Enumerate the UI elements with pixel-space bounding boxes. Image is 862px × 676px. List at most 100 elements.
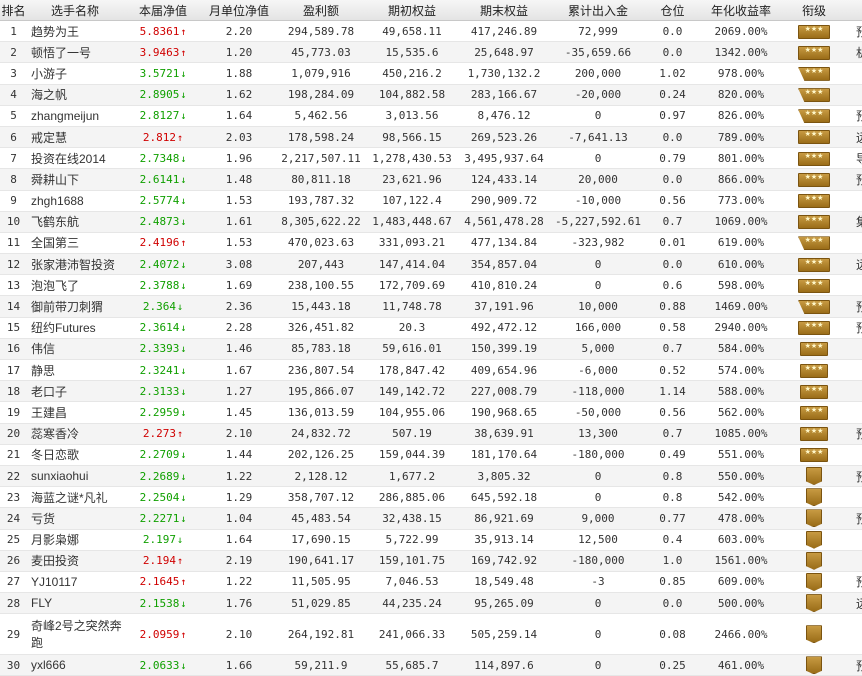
military-rank-badge-icon[interactable]: ★★★: [798, 24, 830, 39]
military-rank-badge-icon[interactable]: ★★★: [798, 88, 830, 103]
player-name-link[interactable]: 月影枭娜: [31, 533, 79, 547]
table-row[interactable]: 17 静思 2.3241↓ 1.67 236,807.54 178,847.42 409,6…: [0, 359, 862, 382]
military-rank-badge-icon[interactable]: ★★★: [800, 448, 828, 463]
player-name-link[interactable]: zhangmeijun: [31, 109, 99, 123]
table-row[interactable]: 15 纽约Futures 2.3614↓ 2.28 326,451.82 20.3 492,…: [0, 317, 862, 339]
military-rank-badge-icon[interactable]: ★★★: [798, 194, 830, 208]
player-name-link[interactable]: zhgh1688: [31, 194, 84, 208]
military-rank-badge-icon[interactable]: ★★★: [798, 278, 830, 293]
table-row[interactable]: 13 泡泡飞了 2.3788↓ 1.69 238,100.55 172,709.69 410…: [0, 274, 862, 297]
player-name-link[interactable]: 伟信: [31, 342, 55, 356]
player-name-link[interactable]: 麦田投资: [31, 554, 79, 568]
military-rank-badge-icon[interactable]: ★★★: [800, 405, 828, 420]
player-name-link[interactable]: 顿悟了一号: [31, 46, 91, 60]
header-rank-badge[interactable]: 衔级: [782, 0, 846, 21]
header-rank[interactable]: 排名: [0, 0, 27, 21]
player-name-link[interactable]: 纽约Futures: [31, 321, 96, 335]
military-rank-badge-icon[interactable]: ★★★: [800, 384, 828, 399]
military-rank-badge-icon[interactable]: [806, 572, 822, 591]
military-rank-badge-icon[interactable]: [806, 488, 822, 507]
player-name-link[interactable]: 戒定慧: [31, 131, 67, 145]
header-end-equity[interactable]: 期末权益: [457, 0, 551, 21]
player-name-link[interactable]: 投资在线2014: [31, 152, 106, 166]
table-row[interactable]: 24 亏货 2.2271↓ 1.04 45,483.54 32,438.15 86,921.…: [0, 507, 862, 530]
player-name-link[interactable]: 舜耕山下: [31, 173, 79, 187]
player-name-link[interactable]: FLY: [31, 596, 52, 610]
player-name-link[interactable]: yxl666: [31, 658, 66, 672]
military-rank-badge-icon[interactable]: ★★★: [798, 236, 830, 251]
table-row[interactable]: 18 老口子 2.3133↓ 1.27 195,866.07 149,142.72 227,…: [0, 380, 862, 403]
table-row[interactable]: 16 伟信 2.3393↓ 1.46 85,783.18 59,616.01 150,399…: [0, 338, 862, 361]
military-rank-badge-icon[interactable]: ★★★: [798, 257, 830, 272]
header-profit[interactable]: 盈利额: [275, 0, 367, 21]
table-row[interactable]: 3 小游子 3.5721↓ 1.88 1,079,916 450,216.2 1,730,1…: [0, 62, 862, 85]
military-rank-badge-icon[interactable]: ★★★: [798, 130, 830, 145]
table-row[interactable]: 14 御前带刀刺猬 2.364↓ 2.36 15,443.18 11,748.78 37,1…: [0, 295, 862, 318]
military-rank-badge-icon[interactable]: ★★★: [798, 151, 830, 166]
table-row[interactable]: 1 趋势为王 5.8361↑ 2.20 294,589.78 49,658.11 417,2…: [0, 20, 862, 43]
player-name-link[interactable]: 小游子: [31, 67, 67, 81]
table-row[interactable]: 6 戒定慧 2.812↑ 2.03 178,598.24 98,566.15 269,523…: [0, 126, 862, 149]
player-name-link[interactable]: 老口子: [31, 385, 67, 399]
header-position[interactable]: 仓位: [645, 0, 700, 21]
table-row[interactable]: 22 sunxiaohui 2.2689↓ 1.22 2,128.12 1,677.2 3,…: [0, 465, 862, 488]
player-name-link[interactable]: 海蓝之谜*凡礼: [31, 491, 108, 505]
table-row[interactable]: 25 月影枭娜 2.197↓ 1.64 17,690.15 5,722.99 35,913.…: [0, 529, 862, 551]
player-name-link[interactable]: 飞鹤东航: [31, 215, 79, 229]
table-row[interactable]: 27 YJ10117 2.1645↑ 1.22 11,505.95 7,046.53 18,…: [0, 571, 862, 594]
table-row[interactable]: 8 舜耕山下 2.6141↓ 1.48 80,811.18 23,621.96 124,43…: [0, 168, 862, 191]
table-row[interactable]: 10 飞鹤东航 2.4873↓ 1.61 8,305,622.22 1,483,448.6…: [0, 211, 862, 233]
header-name[interactable]: 选手名称: [27, 0, 123, 21]
table-row[interactable]: 26 麦田投资 2.194↑ 2.19 190,641.17 159,101.75 169,…: [0, 550, 862, 572]
header-annual-return[interactable]: 年化收益率: [700, 0, 782, 21]
military-rank-badge-icon[interactable]: [806, 656, 822, 675]
player-name-link[interactable]: 亏货: [31, 512, 55, 526]
military-rank-badge-icon[interactable]: ★★★: [798, 215, 830, 230]
military-rank-badge-icon[interactable]: ★★★: [798, 109, 830, 124]
table-row[interactable]: 30 yxl666 2.0633↓ 1.66 59,211.9 55,685.7 114,8…: [0, 654, 862, 676]
military-rank-badge-icon[interactable]: [806, 530, 822, 549]
table-row[interactable]: 20 蕊寒香冷 2.273↑ 2.10 24,832.72 507.19 38,639.91…: [0, 423, 862, 445]
player-name-link[interactable]: 静思: [31, 364, 55, 378]
military-rank-badge-icon[interactable]: ★★★: [800, 363, 828, 378]
military-rank-badge-icon[interactable]: [806, 551, 822, 570]
military-rank-badge-icon[interactable]: ★★★: [800, 342, 828, 357]
table-row[interactable]: 29 奇峰2号之突然奔跑 2.0959↑ 2.10 264,192.81 241,066.…: [0, 613, 862, 656]
military-rank-badge-icon[interactable]: ★★★: [800, 427, 828, 442]
player-name-link[interactable]: 冬日恋歌: [31, 448, 79, 462]
header-start-equity[interactable]: 期初权益: [367, 0, 457, 21]
table-row[interactable]: 7 投资在线2014 2.7348↓ 1.96 2,217,507.11 1,278,43…: [0, 147, 862, 170]
header-branch[interactable]: 军种: [846, 0, 862, 21]
player-name-link[interactable]: 御前带刀刺猬: [31, 300, 103, 314]
military-rank-badge-icon[interactable]: ★★★: [798, 172, 830, 187]
table-row[interactable]: 21 冬日恋歌 2.2709↓ 1.44 202,126.25 159,044.39 181…: [0, 444, 862, 466]
military-rank-badge-icon[interactable]: ★★★: [798, 299, 830, 314]
player-name-link[interactable]: 趋势为王: [31, 25, 79, 39]
military-rank-badge-icon[interactable]: [806, 594, 822, 613]
player-name-link[interactable]: 张家港沛智投资: [31, 258, 115, 272]
table-row[interactable]: 4 海之帆 2.8905↓ 1.62 198,284.09 104,882.58 283,1…: [0, 84, 862, 106]
table-row[interactable]: 23 海蓝之谜*凡礼 2.2504↓ 1.29 358,707.12 286,885.06…: [0, 486, 862, 509]
player-name-link[interactable]: 泡泡飞了: [31, 279, 79, 293]
table-row[interactable]: 28 FLY 2.1538↓ 1.76 51,029.85 44,235.24 95,265…: [0, 592, 862, 615]
header-nav[interactable]: 本届净值: [123, 0, 203, 21]
military-rank-badge-icon[interactable]: [806, 509, 822, 528]
military-rank-badge-icon[interactable]: [806, 625, 822, 644]
table-row[interactable]: 12 张家港沛智投资 2.4072↓ 3.08 207,443 147,414.04 354…: [0, 253, 862, 276]
player-name-link[interactable]: 全国第三: [31, 236, 79, 250]
player-name-link[interactable]: 奇峰2号之突然奔跑: [31, 619, 122, 650]
military-rank-badge-icon[interactable]: ★★★: [798, 45, 830, 60]
header-cash-flow[interactable]: 累计出入金: [551, 0, 645, 21]
player-name-link[interactable]: 海之帆: [31, 88, 67, 102]
table-row[interactable]: 2 顿悟了一号 3.9463↑ 1.20 45,773.03 15,535.6 25,648…: [0, 41, 862, 64]
military-rank-badge-icon[interactable]: ★★★: [798, 66, 830, 81]
player-name-link[interactable]: YJ10117: [31, 575, 77, 589]
player-name-link[interactable]: 王建昌: [31, 406, 67, 420]
table-row[interactable]: 19 王建昌 2.2959↓ 1.45 136,013.59 104,955.06 190,…: [0, 401, 862, 424]
table-row[interactable]: 9 zhgh1688 2.5774↓ 1.53 193,787.32 107,122.4 2…: [0, 190, 862, 212]
player-name-link[interactable]: sunxiaohui: [31, 469, 88, 483]
header-monthly-nav[interactable]: 月单位净值: [203, 0, 275, 21]
table-row[interactable]: 11 全国第三 2.4196↑ 1.53 470,023.63 331,093.21 477…: [0, 232, 862, 255]
table-row[interactable]: 5 zhangmeijun 2.8127↓ 1.64 5,462.56 3,013.56 8…: [0, 105, 862, 127]
military-rank-badge-icon[interactable]: ★★★: [798, 321, 830, 336]
